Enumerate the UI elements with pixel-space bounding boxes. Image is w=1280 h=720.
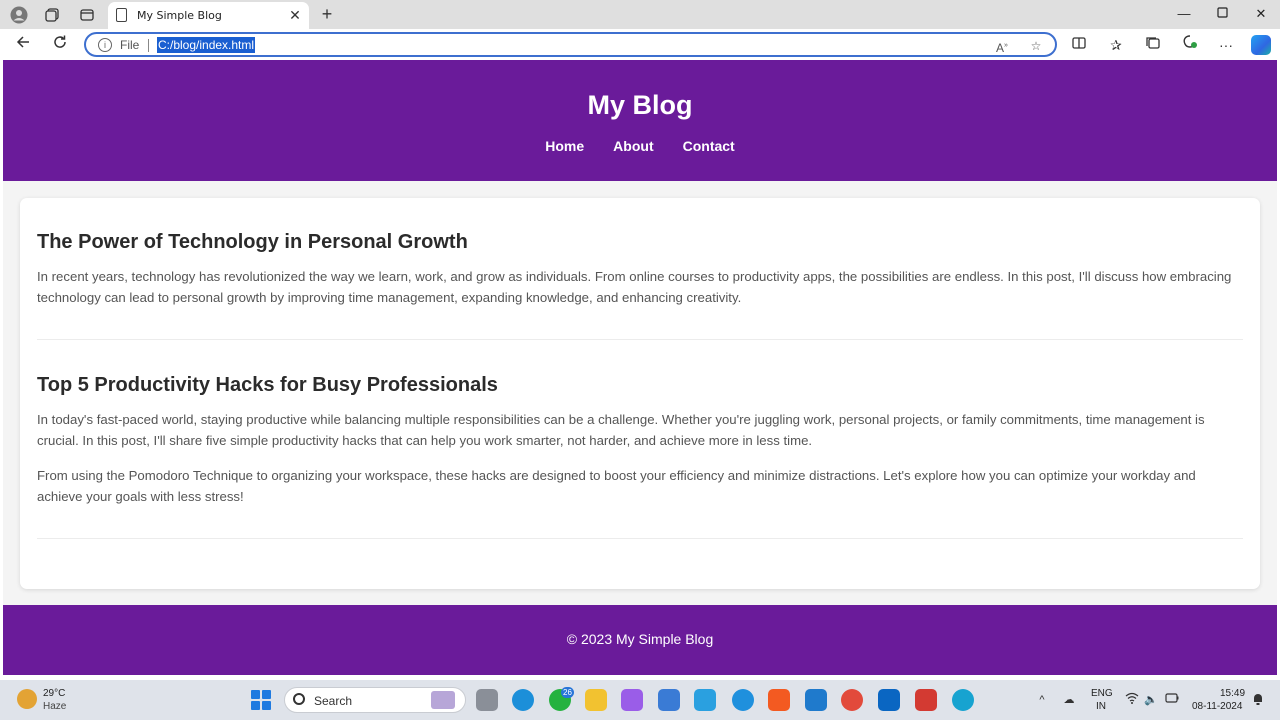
nav-link-about[interactable]: About	[613, 138, 653, 154]
taskbar-search[interactable]: Search	[284, 687, 466, 713]
profile-icon[interactable]	[9, 5, 29, 25]
page-icon	[116, 8, 127, 22]
copilot-app-icon[interactable]	[621, 689, 643, 711]
taskbar: 29°C Haze Search ^ ☁ ENG IN 🔈 15:49 08-1…	[0, 680, 1280, 720]
site-header: My Blog Home About Contact	[3, 60, 1277, 181]
close-window-icon[interactable]: ✕	[1249, 4, 1273, 24]
wps-app-icon[interactable]	[915, 689, 937, 711]
post-paragraph: In recent years, technology has revoluti…	[37, 269, 1232, 305]
post-divider	[37, 538, 1243, 539]
volume-icon[interactable]: 🔈	[1143, 692, 1159, 708]
windows-start-icon[interactable]	[251, 690, 271, 710]
clock-date[interactable]: 08-11-2024	[1192, 701, 1242, 712]
language-region[interactable]: IN	[1096, 701, 1106, 712]
task-view-icon[interactable]	[476, 689, 498, 711]
read-aloud-icon[interactable]: A»	[993, 37, 1011, 55]
tab-actions-icon[interactable]	[77, 5, 97, 25]
workspaces-icon[interactable]	[42, 5, 62, 25]
onedrive-icon[interactable]: ☁	[1061, 692, 1077, 708]
new-tab-icon[interactable]: +	[317, 4, 337, 24]
address-toolbar: i File C:/blog/index.html A» ☆ ✰ ···	[0, 29, 1280, 60]
site-nav: Home About Contact	[3, 138, 1277, 154]
page-viewport: My Blog Home About Contact The Power of …	[3, 60, 1277, 675]
back-icon[interactable]	[12, 34, 34, 56]
url-scheme-label: File	[120, 38, 140, 52]
search-icon	[293, 693, 305, 705]
search-label: Search	[314, 694, 353, 708]
clock-time[interactable]: 15:49	[1220, 688, 1245, 699]
nav-link-contact[interactable]: Contact	[683, 138, 735, 154]
browser-essentials-icon[interactable]	[1179, 34, 1201, 56]
linkedin-app-icon[interactable]	[878, 689, 900, 711]
posts-container: The Power of Technology in Personal Grow…	[20, 198, 1260, 589]
post-title: Top 5 Productivity Hacks for Busy Profes…	[37, 374, 498, 396]
favorite-star-icon[interactable]: ☆	[1027, 37, 1045, 55]
browser-tab-active[interactable]: My Simple Blog ✕	[108, 2, 309, 29]
split-screen-icon[interactable]	[1068, 34, 1090, 56]
url-text[interactable]: C:/blog/index.html	[157, 37, 256, 53]
site-footer: © 2023 My Simple Blog	[3, 605, 1277, 675]
copilot-icon[interactable]	[1251, 35, 1271, 55]
footer-copyright: © 2023 My Simple Blog	[566, 631, 714, 647]
site-info-icon[interactable]: i	[98, 38, 112, 52]
post-title: The Power of Technology in Personal Grow…	[37, 231, 468, 253]
site-title: My Blog	[587, 90, 693, 120]
brave-app-icon[interactable]	[768, 689, 790, 711]
edge-app-icon[interactable]	[512, 689, 534, 711]
url-separator	[148, 39, 149, 52]
favorites-icon[interactable]: ✰	[1105, 34, 1127, 56]
show-hidden-icons-icon[interactable]: ^	[1034, 692, 1050, 708]
weather-temperature[interactable]: 29°C	[43, 688, 65, 699]
close-tab-icon[interactable]: ✕	[287, 7, 303, 23]
post-divider	[37, 339, 1243, 340]
search-highlight-icon	[431, 691, 455, 709]
whatsapp-unread-badge: 26	[561, 687, 574, 698]
maximize-icon[interactable]	[1210, 4, 1234, 24]
python-app-icon[interactable]	[732, 689, 754, 711]
more-options-icon[interactable]: ···	[1215, 34, 1237, 56]
tab-title: My Simple Blog	[137, 9, 222, 22]
file-explorer-icon[interactable]	[585, 689, 607, 711]
url-bar[interactable]: i File C:/blog/index.html A» ☆	[84, 32, 1057, 57]
post-paragraph: From using the Pomodoro Technique to org…	[37, 468, 1196, 504]
wifi-icon[interactable]	[1124, 692, 1140, 708]
chrome-app-icon[interactable]	[841, 689, 863, 711]
battery-icon[interactable]	[1164, 692, 1180, 708]
refresh-icon[interactable]	[49, 34, 71, 56]
store-app-icon[interactable]	[658, 689, 680, 711]
nav-link-home[interactable]: Home	[545, 138, 584, 154]
collections-icon[interactable]	[1142, 34, 1164, 56]
weather-haze-icon[interactable]	[17, 689, 37, 709]
weather-condition[interactable]: Haze	[43, 701, 66, 712]
edge-active-app-icon[interactable]	[952, 689, 974, 711]
mysql-app-icon[interactable]	[694, 689, 716, 711]
browser-tab-bar: My Simple Blog ✕ + — ✕	[0, 0, 1280, 29]
post-paragraph: In today's fast-paced world, staying pro…	[37, 412, 1205, 448]
minimize-icon[interactable]: —	[1172, 4, 1196, 24]
language-indicator[interactable]: ENG	[1091, 688, 1113, 699]
blog-post: Top 5 Productivity Hacks for Busy Profes…	[37, 373, 1243, 507]
vscode-app-icon[interactable]	[805, 689, 827, 711]
blog-post: The Power of Technology in Personal Grow…	[37, 230, 1243, 308]
notification-icon[interactable]	[1250, 692, 1266, 708]
